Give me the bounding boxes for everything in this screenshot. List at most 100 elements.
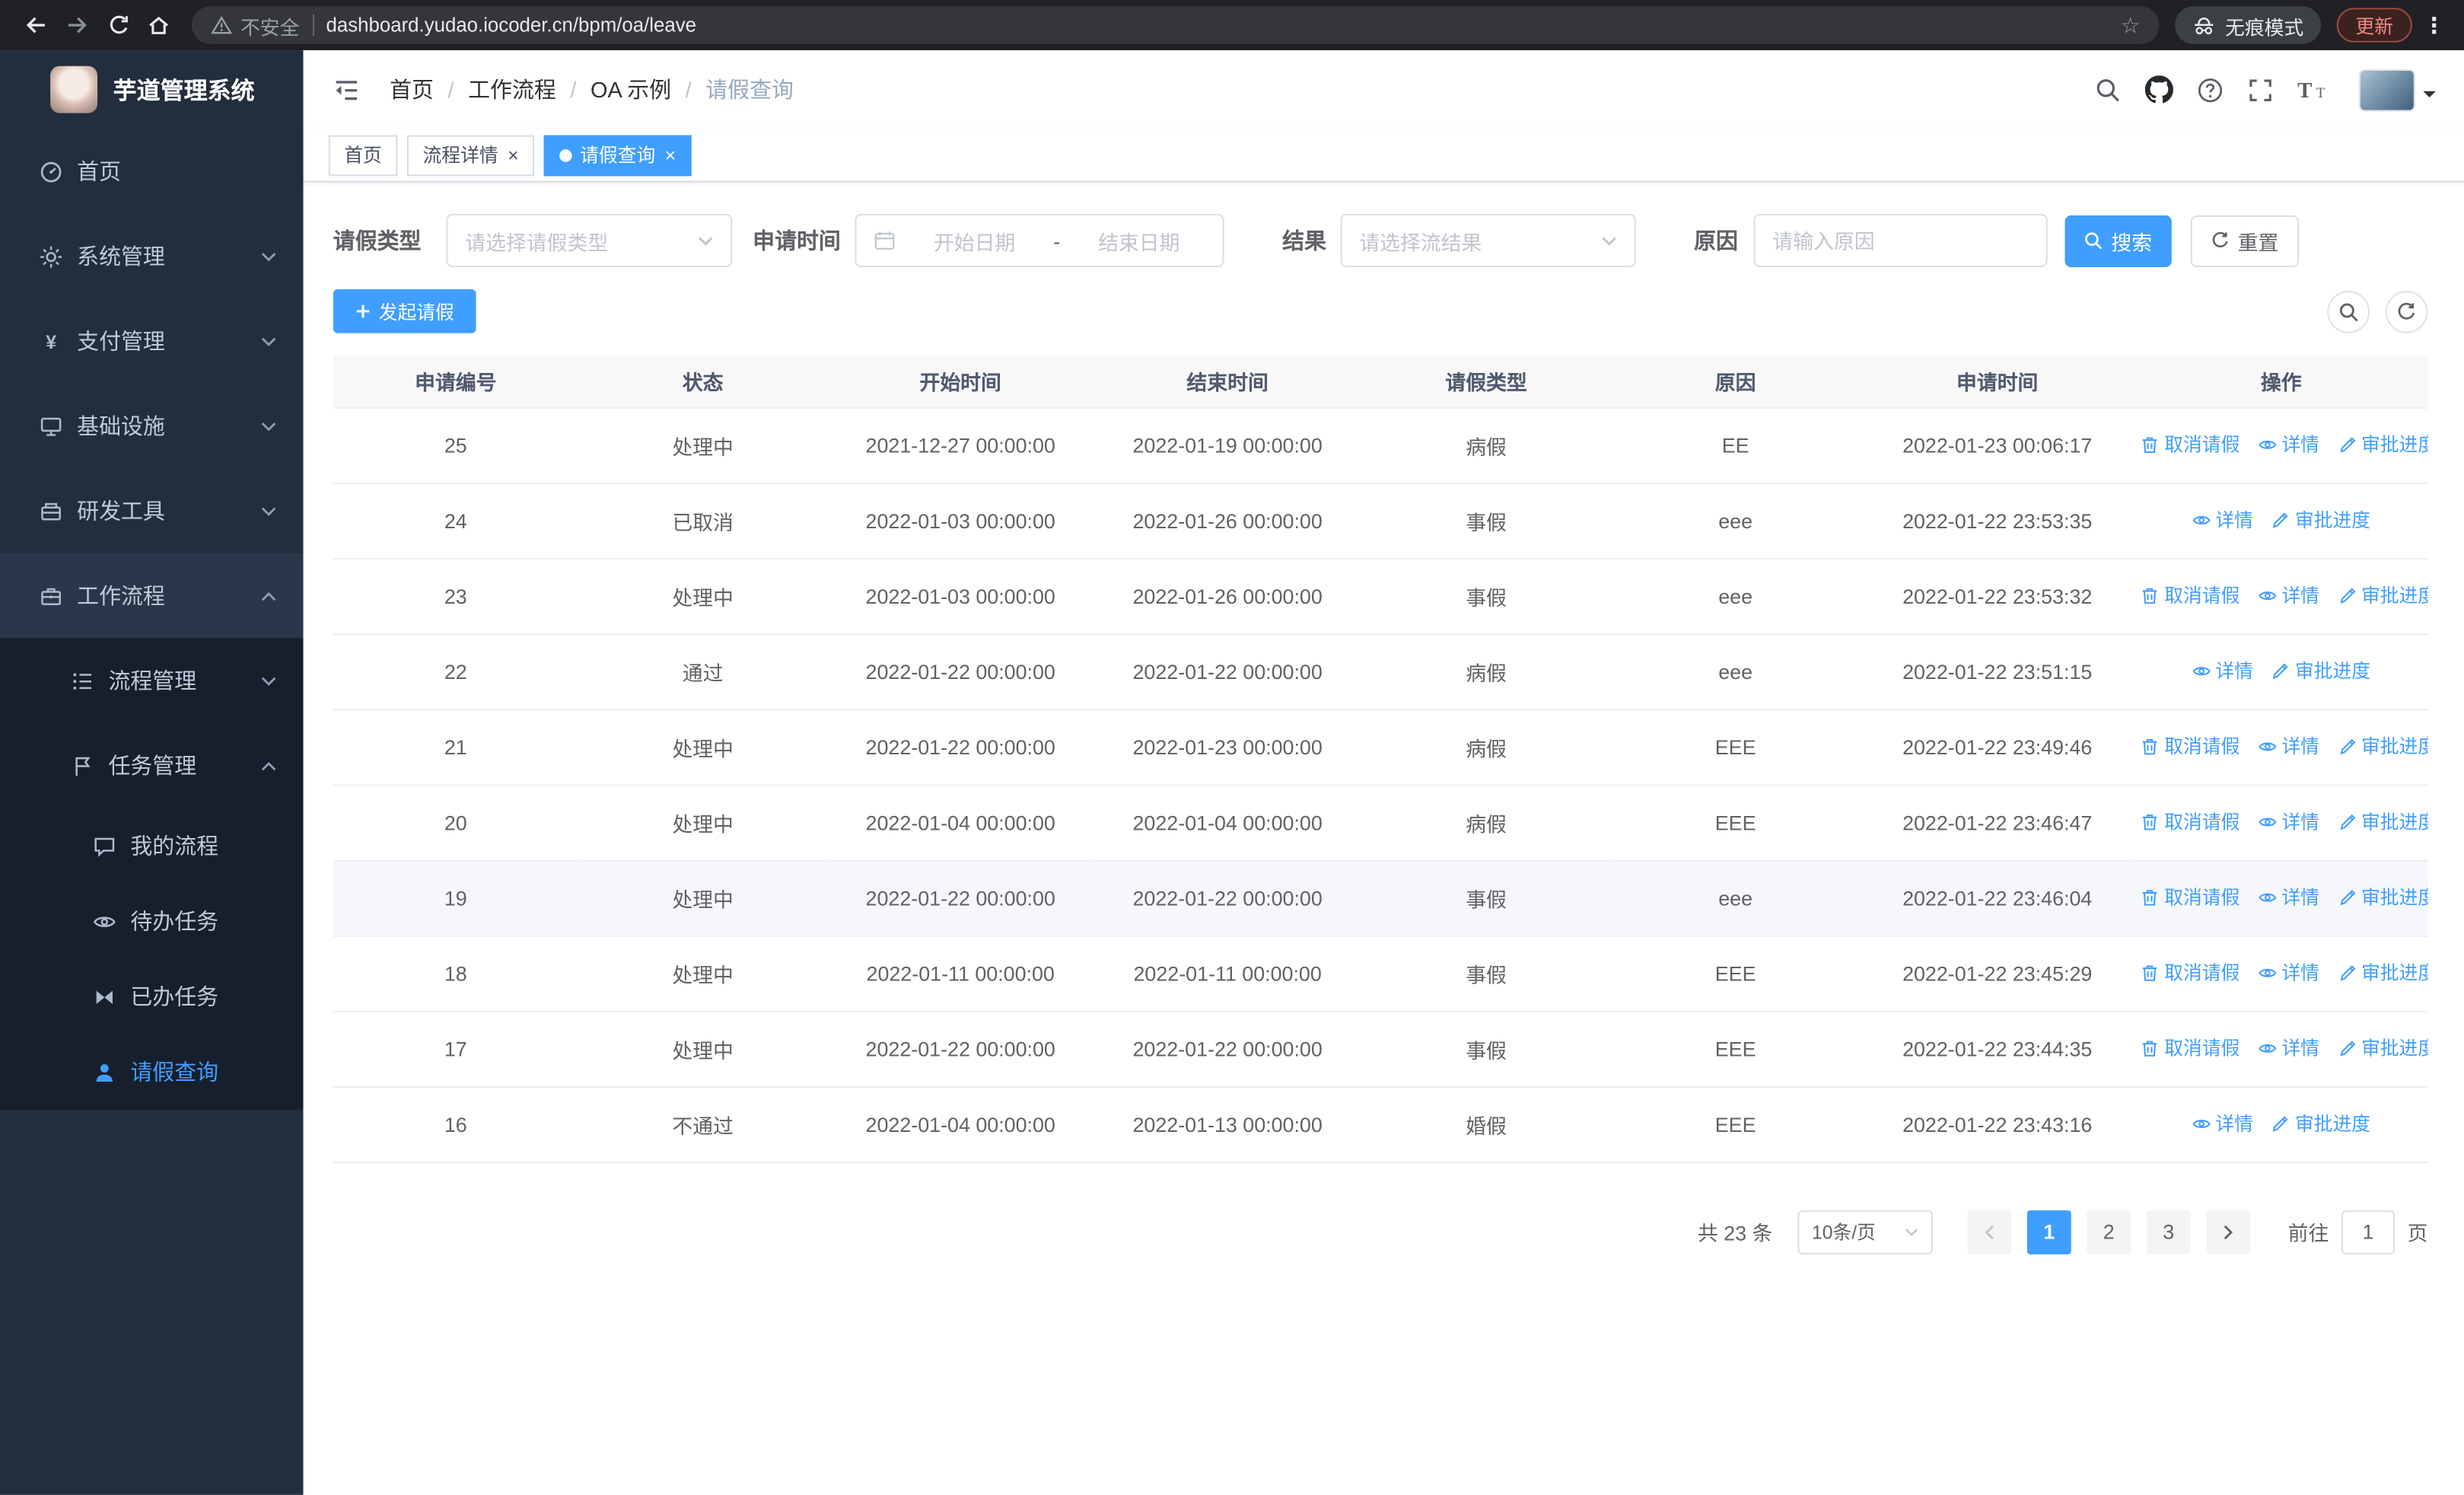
breadcrumb: 首页 / 工作流程 / OA 示例 / 请假查询 (390, 74, 794, 105)
eye-icon (2192, 511, 2211, 530)
page-button-2[interactable]: 2 (2087, 1210, 2131, 1254)
sidebar-collapse-icon[interactable] (325, 69, 368, 111)
date-range-picker[interactable]: 开始日期 - 结束日期 (855, 213, 1224, 268)
cancel-leave-link[interactable]: 取消请假 (2141, 884, 2240, 910)
home-icon[interactable] (138, 5, 180, 46)
detail-link[interactable]: 详情 (2258, 884, 2319, 910)
cell-status: 处理中 (578, 406, 828, 484)
toggle-search-button[interactable] (2327, 290, 2370, 333)
cancel-leave-link[interactable]: 取消请假 (2141, 959, 2240, 986)
github-icon[interactable] (2145, 75, 2173, 104)
back-icon[interactable] (16, 5, 57, 46)
sidebar-item-infrastructure[interactable]: 基础设施 (0, 384, 304, 469)
sidebar-item-task-management[interactable]: 任务管理 (0, 723, 304, 808)
goto-page-input[interactable] (2341, 1210, 2396, 1254)
cell-apply-id: 23 (333, 558, 578, 635)
detail-link[interactable]: 详情 (2258, 431, 2319, 457)
gear-icon (40, 244, 78, 268)
search-button[interactable]: 搜索 (2064, 214, 2172, 267)
cancel-leave-link[interactable]: 取消请假 (2141, 1034, 2240, 1061)
create-leave-label: 发起请假 (378, 301, 454, 324)
cell-end-time: 2022-01-23 00:00:00 (1093, 709, 1362, 786)
page-button-1[interactable]: 1 (2026, 1210, 2071, 1254)
browser-menu-icon[interactable]: ⋮ (2412, 11, 2448, 38)
prev-page-button[interactable] (1967, 1210, 2012, 1254)
tab-home[interactable]: 首页 (328, 134, 398, 176)
table-row: 18 处理中 2022-01-11 00:00:00 2022-01-11 00… (333, 935, 2428, 1012)
sidebar-item-todo-tasks[interactable]: 待办任务 (0, 884, 304, 959)
app-logo[interactable]: 芋道管理系统 (0, 50, 304, 129)
sidebar-item-my-processes[interactable]: 我的流程 (0, 808, 304, 883)
update-button[interactable]: 更新 (2336, 8, 2412, 43)
breadcrumb-item[interactable]: OA 示例 (591, 74, 671, 105)
detail-link[interactable]: 详情 (2258, 959, 2319, 986)
cell-leave-type: 病假 (1361, 709, 1611, 786)
eye-icon (2258, 888, 2277, 907)
approval-progress-link[interactable]: 审批进度 (2338, 733, 2428, 760)
forward-icon[interactable] (56, 5, 97, 46)
main-area: 首页 / 工作流程 / OA 示例 / 请假查询 首页 流程详情 × 请假查询 … (303, 50, 2464, 1495)
sidebar-item-process-management[interactable]: 流程管理 (0, 638, 304, 723)
sidebar-item-devtools[interactable]: 研发工具 (0, 468, 304, 553)
close-icon[interactable]: × (506, 145, 518, 164)
detail-link[interactable]: 详情 (2192, 1110, 2253, 1136)
sidebar-item-workflow[interactable]: 工作流程 (0, 553, 304, 639)
navbar-actions (2095, 68, 2436, 111)
next-page-button[interactable] (2206, 1210, 2251, 1254)
refresh-table-button[interactable] (2385, 290, 2428, 333)
refresh-icon (2211, 231, 2230, 250)
address-bar[interactable]: 不安全 dashboard.yudao.iocoder.cn/bpm/oa/le… (191, 6, 2160, 44)
cell-leave-type: 婚假 (1361, 1085, 1611, 1163)
breadcrumb-item[interactable]: 首页 (390, 74, 434, 105)
reset-button[interactable]: 重置 (2190, 214, 2300, 267)
approval-progress-link[interactable]: 审批进度 (2271, 658, 2370, 684)
close-icon[interactable]: × (664, 145, 676, 164)
approval-progress-link[interactable]: 审批进度 (2338, 1034, 2428, 1061)
cell-status: 处理中 (578, 784, 828, 861)
cell-status: 处理中 (578, 1010, 828, 1087)
cancel-leave-link[interactable]: 取消请假 (2141, 733, 2240, 760)
leave-type-select[interactable]: 请选择请假类型 (446, 213, 733, 268)
detail-link[interactable]: 详情 (2192, 658, 2253, 684)
fullscreen-icon[interactable] (2247, 76, 2274, 103)
security-status[interactable]: 不安全 (211, 10, 299, 40)
approval-progress-link[interactable]: 审批进度 (2338, 808, 2428, 835)
approval-progress-link[interactable]: 审批进度 (2338, 582, 2428, 609)
approval-progress-link[interactable]: 审批进度 (2338, 431, 2428, 457)
bookmark-star-icon[interactable]: ☆ (2108, 11, 2141, 38)
approval-progress-link[interactable]: 审批进度 (2271, 1110, 2370, 1136)
search-icon[interactable] (2095, 76, 2122, 103)
page-button-3[interactable]: 3 (2146, 1210, 2191, 1254)
help-icon[interactable] (2197, 76, 2224, 103)
sidebar-item-payment[interactable]: 支付管理 (0, 298, 304, 384)
reason-input[interactable] (1753, 213, 2048, 268)
cancel-leave-link[interactable]: 取消请假 (2141, 431, 2240, 457)
create-leave-button[interactable]: 发起请假 (333, 288, 476, 333)
result-select[interactable]: 请选择流结果 (1340, 213, 1636, 268)
tab-leave-query[interactable]: 请假查询 × (543, 134, 692, 176)
page-size-select[interactable]: 10条/页 (1797, 1210, 1933, 1254)
cancel-leave-link[interactable]: 取消请假 (2141, 582, 2240, 609)
detail-link[interactable]: 详情 (2258, 808, 2319, 835)
menu-label: 研发工具 (77, 498, 165, 524)
approval-progress-link[interactable]: 审批进度 (2271, 506, 2370, 533)
cell-apply-id: 17 (333, 1010, 578, 1087)
sidebar-item-done-tasks[interactable]: 已办任务 (0, 959, 304, 1034)
sidebar-item-leave-query[interactable]: 请假查询 (0, 1034, 304, 1110)
sidebar-item-system[interactable]: 系统管理 (0, 214, 304, 299)
tab-process-detail[interactable]: 流程详情 × (406, 134, 535, 176)
sidebar-item-home[interactable]: 首页 (0, 129, 304, 214)
approval-progress-link[interactable]: 审批进度 (2338, 884, 2428, 910)
font-size-icon[interactable] (2297, 77, 2329, 102)
detail-link[interactable]: 详情 (2258, 582, 2319, 609)
detail-link[interactable]: 详情 (2258, 1034, 2319, 1061)
cancel-leave-link[interactable]: 取消请假 (2141, 808, 2240, 835)
detail-link[interactable]: 详情 (2192, 506, 2253, 533)
user-avatar[interactable] (2358, 68, 2436, 111)
approval-progress-link[interactable]: 审批进度 (2338, 959, 2428, 986)
reload-icon[interactable] (97, 5, 138, 46)
breadcrumb-item[interactable]: 工作流程 (468, 74, 556, 105)
detail-link[interactable]: 详情 (2258, 733, 2319, 760)
pen-icon (2271, 511, 2291, 530)
cell-start-time: 2022-01-04 00:00:00 (827, 784, 1094, 861)
